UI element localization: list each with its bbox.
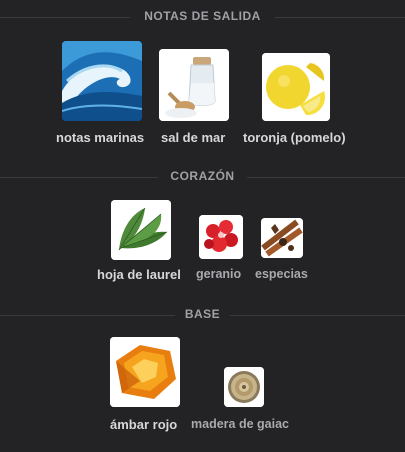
note-grapefruit[interactable]: toronja (pomelo) bbox=[243, 53, 363, 146]
spices-icon bbox=[261, 218, 303, 258]
note-red-amber[interactable]: ámbar rojo bbox=[108, 337, 188, 432]
note-marine[interactable]: notas marinas bbox=[56, 41, 156, 146]
section-title-base: BASE bbox=[184, 307, 221, 321]
note-spices[interactable]: especias bbox=[255, 215, 315, 283]
note-geranium[interactable]: geranio bbox=[196, 215, 252, 283]
bay-leaf-icon bbox=[111, 200, 171, 260]
note-sea-salt[interactable]: sal de mar bbox=[158, 49, 238, 146]
section-header-heart: CORAZÓN bbox=[0, 169, 405, 183]
note-label: ámbar rojo bbox=[110, 417, 178, 432]
note-label: hoja de laurel bbox=[97, 267, 181, 282]
note-label: sal de mar bbox=[161, 130, 226, 145]
note-bay-leaf[interactable]: hoja de laurel bbox=[97, 200, 197, 283]
guaiac-wood-icon bbox=[224, 367, 264, 407]
sea-salt-icon bbox=[159, 49, 229, 121]
note-label: especias bbox=[255, 267, 308, 281]
ocean-wave-icon bbox=[62, 41, 142, 121]
note-label: madera de gaiac bbox=[191, 417, 289, 431]
grapefruit-icon bbox=[262, 53, 330, 121]
section-title-heart: CORAZÓN bbox=[170, 169, 235, 183]
note-label: notas marinas bbox=[56, 130, 145, 145]
amber-icon bbox=[110, 337, 180, 407]
note-label: geranio bbox=[196, 267, 242, 281]
geranium-icon bbox=[199, 215, 243, 259]
note-guaiac-wood[interactable]: madera de gaiac bbox=[191, 365, 303, 431]
section-title-top: NOTAS DE SALIDA bbox=[144, 9, 261, 23]
note-label: toronja (pomelo) bbox=[243, 130, 346, 145]
section-header-base: BASE bbox=[0, 307, 405, 321]
section-header-top: NOTAS DE SALIDA bbox=[0, 9, 405, 23]
